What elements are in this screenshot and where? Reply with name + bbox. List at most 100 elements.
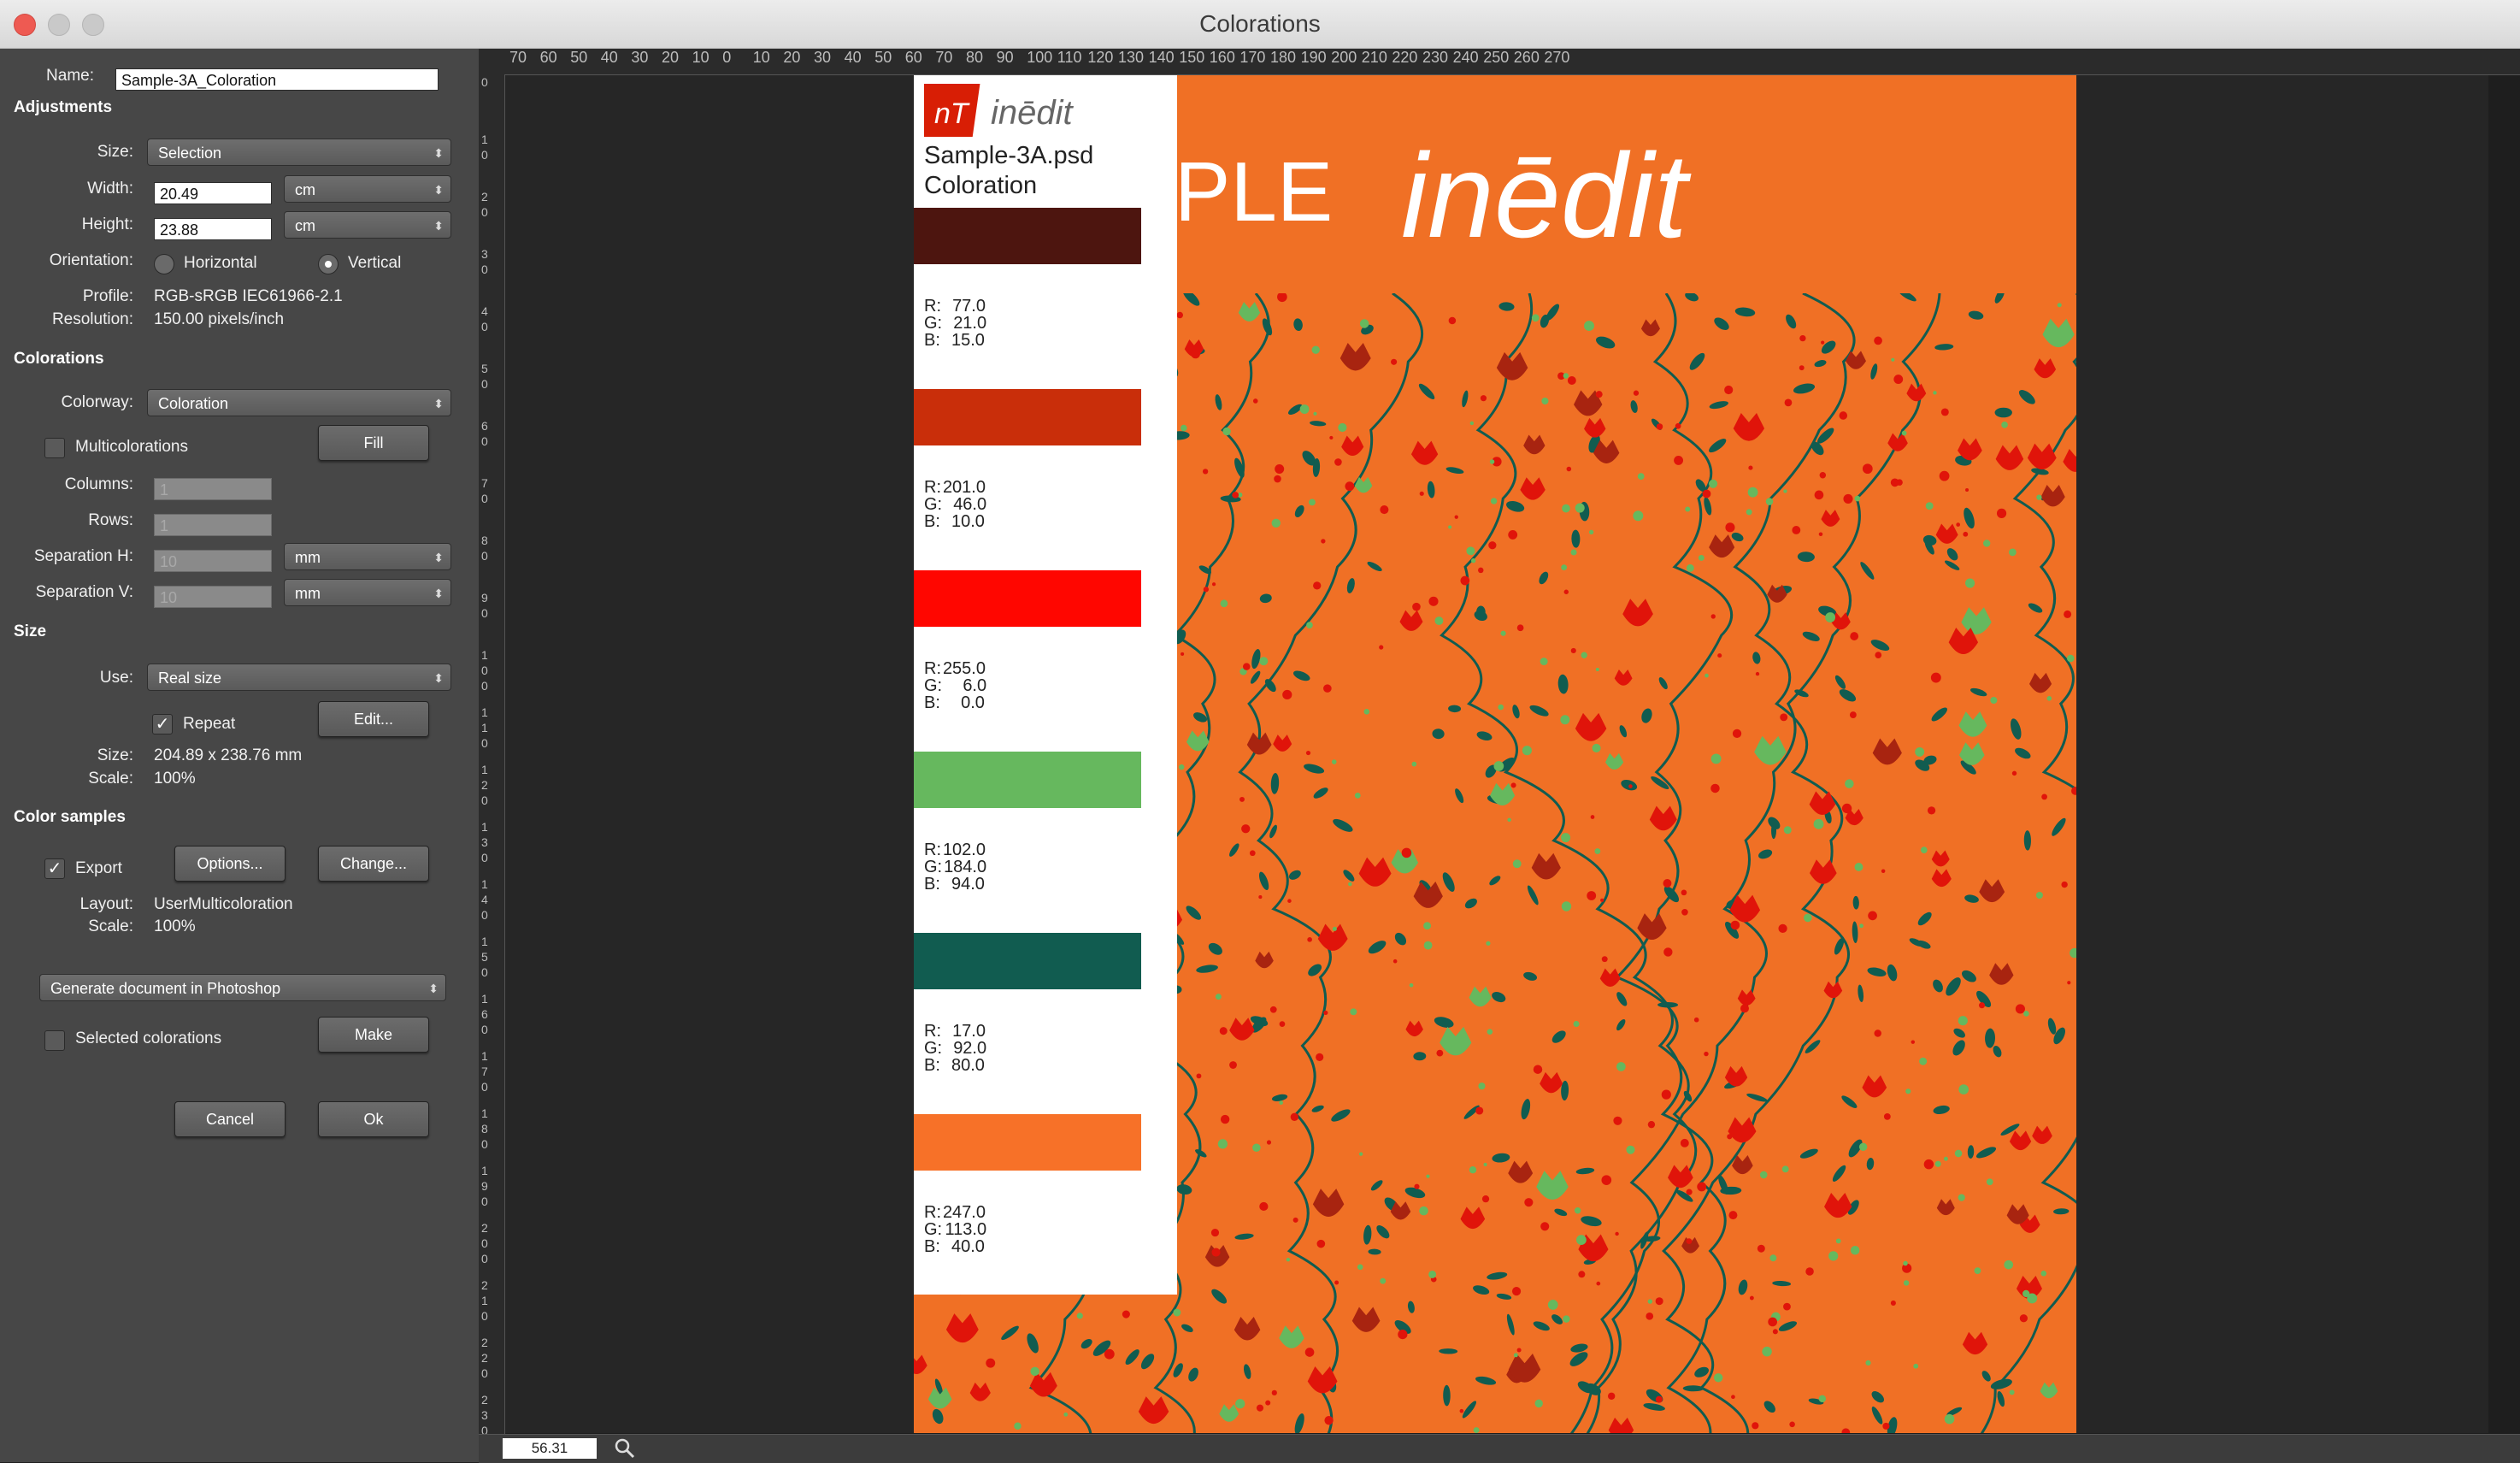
ruler-tick-label: 60 (539, 49, 557, 66)
color-swatch-card: nT inēdit Sample-3A.psd Coloration R: 77.… (914, 75, 1177, 1295)
chevron-updown-icon: ⬍ (433, 183, 444, 197)
edit-button[interactable]: Edit... (318, 701, 429, 737)
ruler-tick-label: 0 (722, 49, 732, 66)
ruler-tick-label: 50 (481, 362, 488, 391)
name-field[interactable]: Sample-3A_Coloration (115, 68, 439, 91)
ruler-tick-label: 100 (481, 648, 488, 693)
horizontal-ruler[interactable]: 70 60 50 40 30 20 10 0 10 20 30 40 50 60 70 80 90 100 110 1… (479, 49, 2520, 75)
separation-v-field[interactable]: 10 (154, 586, 272, 608)
ruler-tick-label: 30 (631, 49, 649, 66)
swatch-g-value: G: 92.0 (924, 1040, 986, 1057)
ruler-tick-label: 210 (1361, 49, 1387, 66)
change-button[interactable]: Change... (318, 846, 429, 882)
swatch-b-label: B: (924, 1056, 940, 1075)
ruler-tick-label: 70 (509, 49, 527, 66)
export-checkbox[interactable]: ✓ (44, 858, 65, 879)
generate-select[interactable]: Generate document in Photoshop ⬍ (39, 974, 446, 1001)
ruler-tick-label: 10 (481, 133, 488, 162)
width-unit-select[interactable]: cm ⬍ (284, 175, 451, 203)
fill-button[interactable]: Fill (318, 425, 429, 461)
swatch-g-number: 92.0 (953, 1039, 987, 1058)
ruler-tick-label: 140 (1148, 49, 1175, 66)
ruler-tick-label: 90 (481, 591, 488, 620)
separation-v-unit-select[interactable]: mm ⬍ (284, 579, 451, 606)
columns-field[interactable]: 1 (154, 478, 272, 500)
swatch-r-number: 247.0 (942, 1203, 986, 1222)
ruler-tick-label: 80 (966, 49, 984, 66)
swatch-r-value: R: 17.0 (924, 1023, 986, 1040)
swatch-r-label: R: (924, 841, 941, 859)
ruler-tick-label: 240 (1452, 49, 1479, 66)
height-unit-select[interactable]: cm ⬍ (284, 211, 451, 239)
zoom-field[interactable]: 56.31 (503, 1438, 597, 1459)
repeat-label: Repeat (183, 715, 236, 733)
chevron-updown-icon: ⬍ (433, 146, 444, 160)
ruler-tick-label: 50 (874, 49, 892, 66)
height-unit-value: cm (295, 217, 315, 234)
vertical-ruler[interactable]: 0 10 20 30 40 50 60 70 80 90 100 110 120 130 140 150 160… (479, 74, 505, 1437)
ok-button[interactable]: Ok (318, 1101, 429, 1137)
swatch-r-number: 77.0 (952, 297, 986, 316)
ruler-tick-label: 170 (481, 1049, 488, 1094)
card-coloration-title: Coloration (924, 172, 1038, 199)
chevron-updown-icon: ⬍ (433, 219, 444, 233)
vertical-radio[interactable] (318, 254, 339, 274)
header-ple-text: PLE (1175, 145, 1334, 239)
use-select[interactable]: Real size ⬍ (147, 664, 451, 691)
swatch-g-value: G: 21.0 (924, 315, 986, 332)
swatch-r-label: R: (924, 659, 941, 678)
multicolorations-checkbox[interactable] (44, 438, 65, 458)
window-title: Colorations (1199, 10, 1321, 37)
selected-colorations-checkbox[interactable] (44, 1030, 65, 1051)
width-label: Width: (87, 180, 133, 198)
ruler-tick-label: 70 (481, 476, 488, 505)
height-field[interactable]: 23.88 (154, 218, 272, 240)
ruler-tick-label: 130 (1118, 49, 1145, 66)
rows-field[interactable]: 1 (154, 514, 272, 536)
colorway-select-value: Coloration (158, 395, 229, 412)
ruler-tick-label: 0 (481, 75, 488, 89)
chevron-updown-icon: ⬍ (433, 397, 444, 410)
options-button[interactable]: Options... (174, 846, 286, 882)
cancel-button[interactable]: Cancel (174, 1101, 286, 1137)
ruler-tick-label: 190 (481, 1164, 488, 1208)
ruler-tick-label: 150 (1179, 49, 1205, 66)
ruler-tick-label: 220 (481, 1336, 488, 1380)
swatch-b-value: B: 80.0 (924, 1057, 985, 1074)
width-field[interactable]: 20.49 (154, 182, 272, 204)
swatch-b-number: 80.0 (951, 1056, 985, 1075)
width-unit-value: cm (295, 181, 315, 198)
make-button[interactable]: Make (318, 1017, 429, 1053)
separation-h-field[interactable]: 10 (154, 550, 272, 572)
status-bar: 56.31 (479, 1434, 2520, 1463)
swatch-r-label: R: (924, 297, 941, 316)
swatch-b-value: B: 0.0 (924, 694, 985, 711)
repeat-checkbox[interactable]: ✓ (152, 714, 173, 734)
swatch-r-value: R:255.0 (924, 660, 986, 677)
canvas-area[interactable]: PLE inēdit nT inēdit Sample-3A.psd Color… (505, 75, 2488, 1433)
colorway-select[interactable]: Coloration ⬍ (147, 389, 451, 416)
scale-value: 100% (154, 770, 196, 788)
size-select[interactable]: Selection ⬍ (147, 139, 451, 166)
ruler-tick-label: 40 (600, 49, 618, 66)
swatch-r-number: 201.0 (942, 478, 986, 497)
ruler-tick-label: 10 (692, 49, 709, 66)
ruler-tick-label: 60 (904, 49, 922, 66)
swatch-g-label: G: (924, 314, 943, 333)
generate-select-value: Generate document in Photoshop (50, 980, 281, 997)
color-samples-heading: Color samples (14, 808, 126, 826)
swatch-g-number: 113.0 (945, 1220, 987, 1239)
ruler-tick-label: 180 (481, 1106, 488, 1151)
swatch-g-value: G: 6.0 (924, 677, 986, 694)
magnifier-icon[interactable] (614, 1437, 636, 1460)
name-label: Name: (46, 67, 94, 85)
swatch-b-number: 40.0 (951, 1237, 985, 1256)
separation-h-unit-select[interactable]: mm ⬍ (284, 543, 451, 570)
ruler-tick-label: 50 (570, 49, 588, 66)
resolution-label: Resolution: (51, 310, 133, 328)
horizontal-radio[interactable] (154, 254, 174, 274)
chevron-updown-icon: ⬍ (433, 587, 444, 600)
separation-h-label: Separation H: (33, 547, 133, 565)
ruler-tick-label: 90 (996, 49, 1014, 66)
scale2-value: 100% (154, 917, 196, 935)
